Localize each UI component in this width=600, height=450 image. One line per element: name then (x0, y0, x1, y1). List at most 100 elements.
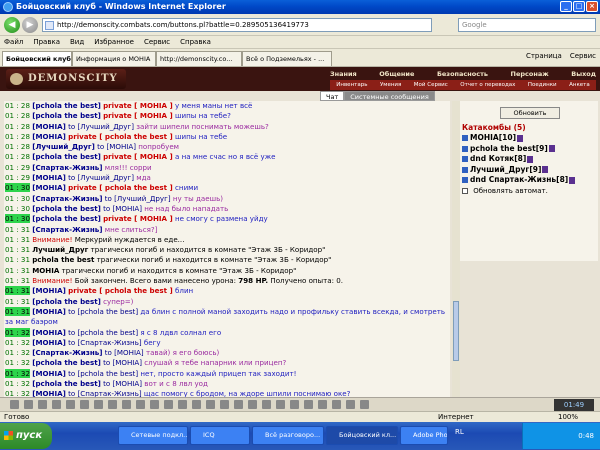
refresh-button[interactable]: Обновить (500, 107, 560, 119)
toolbar-tool-icon[interactable] (38, 400, 47, 409)
toolbar-tool-icon[interactable] (360, 400, 369, 409)
chat-nick-link[interactable]: private [ MOHIA ] (103, 214, 173, 223)
chat-nick-link[interactable]: to [MOHIA] (105, 348, 144, 357)
game-nav-item-3[interactable]: Персонаж (511, 70, 549, 78)
toolbar-tool-icon[interactable] (10, 400, 19, 409)
info-icon[interactable] (517, 134, 524, 142)
toolbar-tool-icon[interactable] (150, 400, 159, 409)
menu-item-1[interactable]: Правка (33, 36, 60, 48)
tools-menu-button[interactable]: Сервис (570, 52, 596, 60)
game-nav-item-4[interactable]: Выход (571, 70, 596, 78)
search-input[interactable]: Google (458, 18, 596, 32)
taskbar-item-photoshop[interactable]: Adobe Photosh... (400, 426, 448, 445)
chat-nick-link[interactable]: [Спартак-Жизнь] (32, 194, 102, 203)
auto-refresh-checkbox[interactable] (462, 188, 468, 194)
taskbar-item-conversation[interactable]: Всё разговоро... (252, 426, 324, 445)
chat-nick-link[interactable]: [pchola the best] (32, 214, 101, 223)
chat-scrollbar[interactable] (452, 101, 460, 397)
toolbar-tool-icon[interactable] (122, 400, 131, 409)
chat-nick-link[interactable]: [MOHIA] (32, 173, 66, 182)
toolbar-tool-icon[interactable] (80, 400, 89, 409)
toolbar-tool-icon[interactable] (332, 400, 341, 409)
chat-nick-link[interactable]: [MOHIA] (32, 132, 66, 141)
chat-nick-link[interactable]: to [MOHIA] (103, 204, 142, 213)
chat-nick-link[interactable]: [pchola the best] (32, 152, 101, 161)
maximize-button[interactable]: □ (573, 1, 585, 12)
tab-system-messages[interactable]: Системные сообщения (344, 91, 435, 101)
chat-nick-link[interactable]: [pchola the best] (32, 101, 101, 110)
game-subnav-item-1[interactable]: Умения (380, 80, 401, 90)
tab-podzemelya[interactable]: Всё о Подземельях - ... (242, 51, 332, 66)
chat-nick-link[interactable]: private [ pchola the best ] (68, 132, 173, 141)
toolbar-tool-icon[interactable] (346, 400, 355, 409)
back-icon[interactable]: ◀ (4, 17, 20, 33)
chat-nick-link[interactable]: [Спартак-Жизнь] (32, 163, 102, 172)
forward-icon[interactable]: ▶ (22, 17, 38, 33)
room-user[interactable]: pchola the best[9] (462, 144, 596, 155)
toolbar-tool-icon[interactable] (94, 400, 103, 409)
tab-boycovsky-klub[interactable]: Бойцовский клуб (2, 51, 72, 66)
room-user[interactable]: MOHIA[10] (462, 133, 596, 144)
chat-nick-link[interactable]: to [pchola the best] (68, 307, 138, 316)
room-user[interactable]: dnd Котяк[8] (462, 154, 596, 165)
private-icon[interactable] (462, 177, 468, 183)
chat-nick-link[interactable]: to [Спартак-Жизнь] (68, 338, 142, 347)
chat-nick-link[interactable]: [MOHIA] (32, 328, 66, 337)
taskbar-item-icq[interactable]: ICQ (190, 426, 250, 445)
info-icon[interactable] (527, 155, 534, 163)
close-button[interactable]: × (586, 1, 598, 12)
auto-refresh-option[interactable]: Обновлять автомат. (462, 187, 548, 195)
room-user-name[interactable]: pchola the best (470, 144, 536, 153)
taskbar-item-boycovsky[interactable]: Бойцовский кл... (326, 426, 398, 445)
chat-nick-link[interactable]: [pchola the best] (32, 204, 101, 213)
chat-nick-link[interactable]: [MOHIA] (32, 369, 66, 378)
room-user[interactable]: Лучший_Друг[9] (462, 165, 596, 176)
menu-item-5[interactable]: Справка (180, 36, 211, 48)
private-icon[interactable] (462, 166, 468, 173)
tab-chat[interactable]: Чат (320, 91, 345, 101)
toolbar-tool-icon[interactable] (108, 400, 117, 409)
game-subnav-item-2[interactable]: Мой Сервис (414, 80, 448, 90)
toolbar-tool-icon[interactable] (318, 400, 327, 409)
chat-nick-link[interactable]: [Спартак-Жизнь] (32, 225, 102, 234)
game-nav-item-0[interactable]: Знания (330, 70, 357, 78)
toolbar-tool-icon[interactable] (136, 400, 145, 409)
chat-nick-link[interactable]: to [MOHIA] (103, 379, 142, 388)
toolbar-tool-icon[interactable] (234, 400, 243, 409)
menu-item-4[interactable]: Сервис (144, 36, 170, 48)
menu-item-0[interactable]: Файл (4, 36, 23, 48)
chat-nick-link[interactable]: to [MOHIA] (103, 358, 142, 367)
tab-demonscity[interactable]: http://demonscity.co... (156, 51, 242, 66)
menu-item-2[interactable]: Вид (70, 36, 84, 48)
chat-nick-link[interactable]: [pchola the best] (32, 379, 101, 388)
chat-nick-link[interactable]: [MOHIA] (32, 183, 66, 192)
chat-nick-link[interactable]: [MOHIA] (32, 286, 66, 295)
toolbar-tool-icon[interactable] (262, 400, 271, 409)
chat-nick-link[interactable]: to [Лучший_Друг] (68, 122, 134, 131)
chat-nick-link[interactable]: [MOHIA] (32, 389, 66, 397)
page-menu-button[interactable]: Страница (526, 52, 562, 60)
chat-nick-link[interactable]: private [ pchola the best ] (68, 183, 173, 192)
chat-nick-link[interactable]: to [pchola the best] (68, 369, 138, 378)
toolbar-tool-icon[interactable] (66, 400, 75, 409)
minimize-button[interactable]: _ (560, 1, 572, 12)
room-user-name[interactable]: dnd Котяк (470, 154, 514, 163)
toolbar-tool-icon[interactable] (192, 400, 201, 409)
info-icon[interactable] (569, 176, 576, 184)
chat-nick-link[interactable]: to [pchola the best] (68, 328, 138, 337)
toolbar-tool-icon[interactable] (52, 400, 61, 409)
toolbar-tool-icon[interactable] (24, 400, 33, 409)
toolbar-tool-icon[interactable] (164, 400, 173, 409)
private-icon[interactable] (462, 145, 468, 152)
game-subnav-item-5[interactable]: Анкета (569, 80, 590, 90)
toolbar-tool-icon[interactable] (206, 400, 215, 409)
chat-nick-link[interactable]: private [ MOHIA ] (103, 152, 173, 161)
chat-nick-link[interactable]: [pchola the best] (32, 111, 101, 120)
room-user[interactable]: dnd Спартак-Жизнь[8] (462, 175, 596, 186)
room-user-name[interactable]: dnd Спартак-Жизнь (470, 175, 556, 184)
game-nav-item-2[interactable]: Безопасность (437, 70, 488, 78)
toolbar-tool-icon[interactable] (290, 400, 299, 409)
start-button[interactable]: пуск (0, 423, 52, 449)
toolbar-tool-icon[interactable] (276, 400, 285, 409)
toolbar-tool-icon[interactable] (178, 400, 187, 409)
